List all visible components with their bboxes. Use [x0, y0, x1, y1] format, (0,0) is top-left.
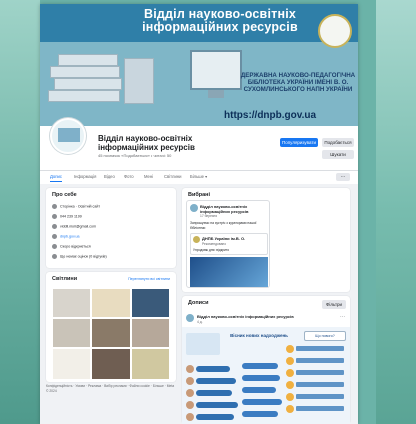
like-button[interactable]: Подобається — [322, 138, 354, 147]
post-options-icon[interactable]: ··· — [340, 314, 345, 320]
link-icon — [52, 234, 57, 239]
tab-photos[interactable]: Фото — [124, 174, 134, 179]
tab-video[interactable]: Відео — [104, 174, 115, 179]
tab-gallery[interactable]: Світлини — [164, 174, 181, 179]
library-logo-icon — [318, 14, 352, 48]
featured-image[interactable] — [190, 257, 268, 287]
books-illustration — [48, 48, 158, 118]
about-row-website[interactable]: dnpb.gov.ua — [52, 234, 80, 239]
cover-url: https://dnpb.gov.ua — [224, 110, 317, 121]
laptop-icon — [186, 333, 220, 355]
about-row-category: Сторінка · Освітній сайт — [52, 204, 100, 209]
tab-mentions[interactable]: Мені — [144, 174, 153, 179]
facebook-page: Відділ науково-освітніх інформаційних ре… — [40, 4, 358, 424]
tab-posts[interactable]: Допис — [50, 174, 62, 182]
cover-photo[interactable]: Відділ науково-освітніх інформаційних ре… — [40, 4, 358, 126]
photos-card: Світлини Переглянути всі світлини — [46, 272, 176, 382]
photo-thumb[interactable] — [52, 348, 91, 380]
photo-thumb[interactable] — [91, 288, 131, 318]
avatar[interactable] — [186, 314, 194, 322]
info-icon — [52, 204, 57, 209]
page-tabs: Допис Інформація Відео Фото Мені Світлин… — [40, 170, 358, 184]
background-right — [376, 0, 416, 424]
footer-links[interactable]: Конфіденційність · Умови · Реклама · Виб… — [46, 384, 176, 394]
post-infographic[interactable]: Вісник нових надходжень Що нового? — [182, 327, 350, 424]
tab-info[interactable]: Інформація — [74, 174, 96, 179]
post-author[interactable]: Відділ науково-освітніх інформаційних ре… — [197, 314, 294, 319]
about-card: Про себе Сторінка · Освітній сайт 044 23… — [46, 188, 176, 268]
see-all-photos-link[interactable]: Переглянути всі світлини — [128, 277, 170, 281]
photo-thumb[interactable] — [91, 318, 131, 348]
monitor-stand — [208, 90, 224, 98]
profile-header: Відділ науково-освітніх інформаційних ре… — [40, 118, 358, 170]
background-left — [0, 0, 40, 424]
featured-post-author: Відділ науково-освітніх інформаційних ре… — [200, 204, 249, 214]
featured-post-date: 17 березня — [200, 214, 217, 218]
page-meta: 45 позначок «Подобається» • читачі: 50 — [98, 153, 172, 158]
rating-icon — [52, 254, 57, 259]
page-title: Відділ науково-освітніх інформаційних ре… — [98, 134, 195, 152]
cover-title: Відділ науково-освітніх інформаційних ре… — [142, 7, 298, 34]
search-button[interactable]: Шукати — [322, 150, 354, 159]
shared-page-text: Упродовж дня: відкрито — [193, 248, 230, 252]
avatar[interactable] — [50, 118, 86, 154]
post-date[interactable]: 4 д. — [197, 320, 203, 324]
infographic-side-title: Що нового? — [304, 331, 346, 341]
avatar — [190, 204, 198, 212]
photo-thumb[interactable] — [131, 348, 170, 380]
posts-title: Дописи — [188, 300, 209, 306]
shared-page-sub: Рекомендовано — [202, 242, 227, 246]
photo-thumb[interactable] — [52, 318, 91, 348]
mail-icon — [52, 224, 57, 229]
featured-title: Вибрані — [188, 192, 211, 198]
monitor-icon — [190, 50, 242, 90]
about-title: Про себе — [52, 192, 77, 198]
featured-post[interactable]: Відділ науково-освітніх інформаційних ре… — [186, 200, 270, 288]
photo-thumb[interactable] — [131, 318, 170, 348]
featured-card: Вибрані Відділ науково-освітніх інформац… — [182, 188, 350, 292]
photo-thumb[interactable] — [131, 288, 170, 318]
phone-icon — [52, 214, 57, 219]
clock-icon — [52, 244, 57, 249]
shared-page-card[interactable]: ДНПБ України ім.В. О. Рекомендовано Упро… — [190, 233, 268, 255]
more-options-button[interactable]: ··· — [336, 173, 350, 181]
about-row-hours: Скоро відкриється — [52, 244, 91, 249]
infographic-title: Вісник нових надходжень — [230, 333, 288, 338]
photos-title: Світлини — [52, 276, 78, 282]
featured-post-text: Запрошуємо на зустріч з кураторами нашої… — [190, 221, 257, 230]
library-logo-icon — [193, 236, 200, 243]
photo-thumb[interactable] — [91, 348, 131, 380]
about-row-email: viddil.nioir@gmail.com — [52, 224, 96, 229]
filter-button[interactable]: Фільтри — [322, 300, 346, 309]
cover-library-name: ДЕРЖАВНА НАУКОВО-ПЕДАГОГІЧНА БІБЛІОТЕКА … — [240, 72, 356, 93]
tab-more[interactable]: Більше ▾ — [190, 174, 207, 179]
shared-page-name: ДНПБ України ім.В. О. — [202, 236, 246, 241]
promote-button[interactable]: Популяризувати — [280, 138, 318, 147]
about-row-phone: 044 239 1199 — [52, 214, 82, 219]
photo-thumb[interactable] — [52, 288, 91, 318]
about-row-rating: Ще немає оцінок (0 відгуків) — [52, 254, 107, 259]
